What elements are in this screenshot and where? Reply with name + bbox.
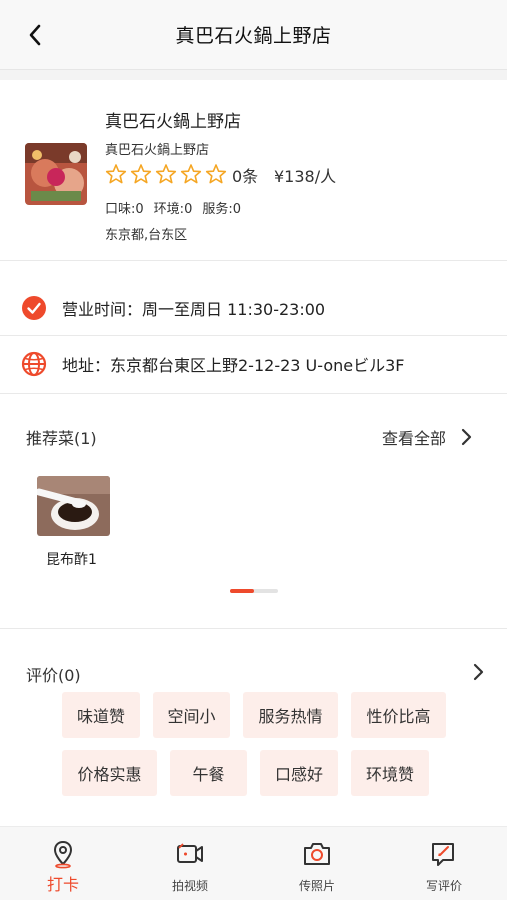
review-tag[interactable]: 环境赞 [351, 750, 429, 796]
star-icon [130, 164, 152, 184]
review-count: 0条 [232, 167, 259, 186]
globe-icon [21, 351, 47, 377]
view-all-link[interactable]: 查看全部 [382, 425, 472, 449]
location-pin-icon [53, 840, 73, 869]
star-icon [180, 164, 202, 184]
tab-label: 传照片 [298, 879, 335, 893]
divider [0, 393, 507, 394]
recommended-dishes-title: 推荐菜(1) [26, 429, 97, 448]
section-gap [0, 70, 507, 80]
dish-image[interactable] [37, 476, 110, 536]
chevron-right-icon [461, 428, 472, 446]
review-tag[interactable]: 午餐 [170, 750, 247, 796]
store-subname: 真巴石火鍋上野店 [105, 143, 210, 158]
star-icon [205, 164, 227, 184]
photo-camera-icon [304, 843, 330, 865]
carousel-indicator [230, 589, 278, 593]
review-tag[interactable]: 性价比高 [351, 692, 446, 738]
address-text: 地址：东京都台東区上野2-12-23 U-oneビル3F [62, 356, 405, 375]
score-taste: 口味:0 [105, 202, 144, 217]
page-title: 真巴石火鍋上野店 [175, 25, 332, 47]
store-name: 真巴石火鍋上野店 [105, 112, 241, 132]
business-hours-text: 营业时间：周一至周日 11:30-23:00 [62, 300, 326, 319]
tab-checkin[interactable]: 打卡 [0, 827, 126, 900]
carousel-indicator-active [230, 589, 254, 593]
video-camera-icon [177, 843, 203, 863]
star-icon [155, 164, 177, 184]
back-button[interactable] [22, 22, 48, 48]
review-tag[interactable]: 空间小 [153, 692, 230, 738]
review-tag[interactable]: 价格实惠 [62, 750, 157, 796]
tab-label: 打卡 [46, 875, 79, 894]
score-environment: 环境:0 [153, 202, 193, 217]
write-review-icon [432, 843, 454, 866]
store-thumbnail[interactable] [25, 143, 87, 205]
review-tag[interactable]: 服务热情 [243, 692, 338, 738]
check-circle-icon [22, 296, 46, 320]
top-nav-bar: 真巴石火鍋上野店 [0, 0, 507, 70]
tab-video[interactable]: 拍视频 [127, 827, 253, 900]
tab-write-review[interactable]: 写评价 [381, 827, 507, 900]
bottom-tab-bar: 打卡 拍视频 传照片 写评价 [0, 826, 507, 900]
rating-stars [105, 163, 227, 185]
tab-label: 写评价 [425, 879, 462, 893]
score-service: 服务:0 [202, 202, 242, 217]
reviews-title: 评价(0) [26, 666, 81, 685]
divider [0, 628, 507, 629]
view-all-label: 查看全部 [382, 429, 447, 448]
chevron-left-icon [29, 24, 41, 46]
review-tag[interactable]: 味道赞 [62, 692, 140, 738]
chevron-right-icon[interactable] [470, 662, 488, 682]
score-breakdown: 口味:0 环境:0 服务:0 [105, 198, 241, 217]
business-hours-row: 营业时间：周一至周日 11:30-23:00 [0, 280, 507, 336]
tab-photo[interactable]: 传照片 [254, 827, 380, 900]
star-icon [105, 164, 127, 184]
store-location: 东京都,台东区 [105, 228, 188, 243]
dish-name: 昆布酢1 [46, 552, 97, 568]
price-per-person: ¥138/人 [274, 167, 337, 186]
tab-label: 拍视频 [171, 879, 208, 893]
address-row[interactable]: 地址：东京都台東区上野2-12-23 U-oneビル3F [0, 336, 507, 392]
review-tag[interactable]: 口感好 [260, 750, 338, 796]
divider [0, 260, 507, 261]
